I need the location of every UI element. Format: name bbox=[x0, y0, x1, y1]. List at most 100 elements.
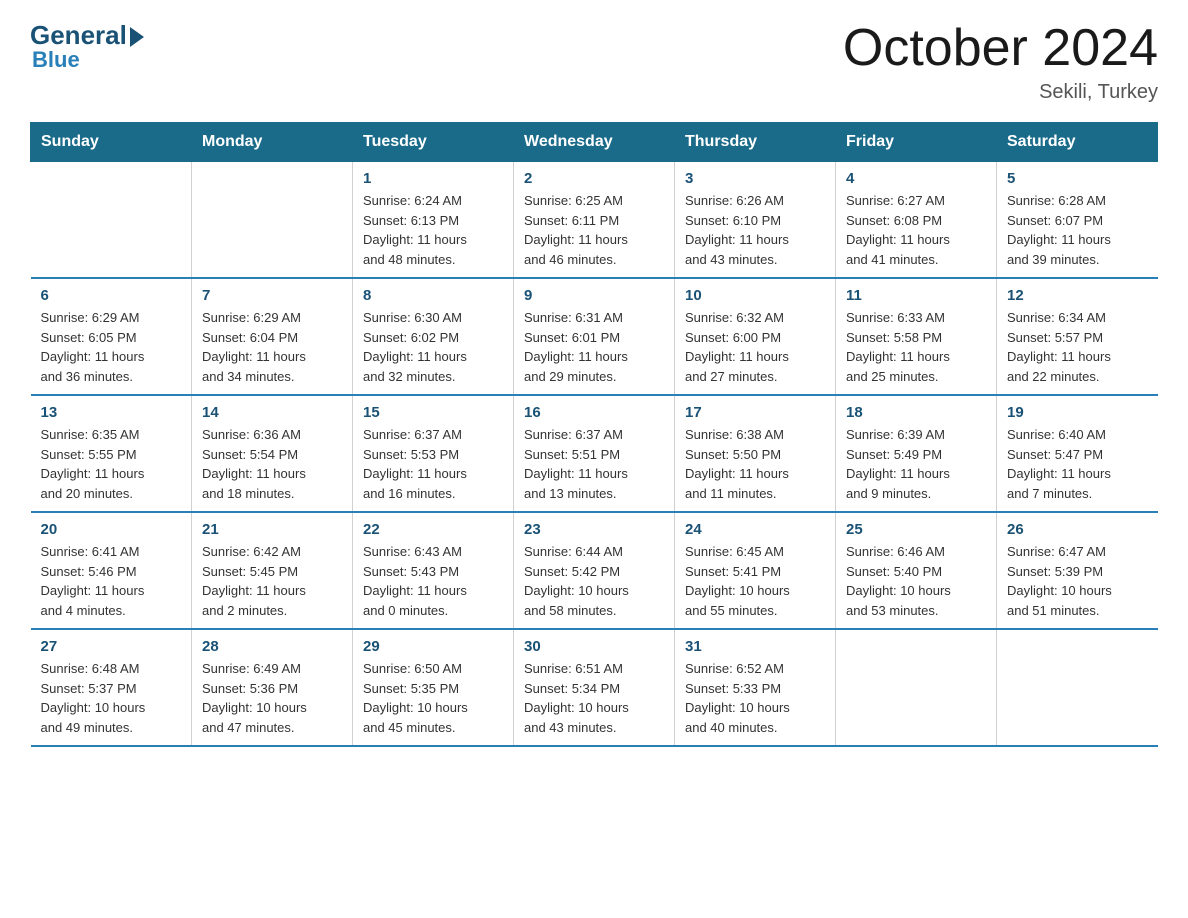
calendar-cell: 28 Sunrise: 6:49 AM Sunset: 5:36 PM Dayli… bbox=[192, 629, 353, 746]
day-number: 21 bbox=[202, 521, 342, 538]
calendar-cell: 15Sunrise: 6:37 AM Sunset: 5:53 PM Dayli… bbox=[353, 395, 514, 512]
day-number: 28 bbox=[202, 638, 342, 655]
day-info: Sunrise: 6:34 AM Sunset: 5:57 PM Dayligh… bbox=[1007, 308, 1148, 386]
day-info: Sunrise: 6:48 AM Sunset: 5:37 PM Dayligh… bbox=[41, 659, 182, 737]
calendar-week-row: 27 Sunrise: 6:48 AM Sunset: 5:37 PM Dayli… bbox=[31, 629, 1158, 746]
calendar-cell: 27 Sunrise: 6:48 AM Sunset: 5:37 PM Dayli… bbox=[31, 629, 192, 746]
weekday-header-cell: Friday bbox=[836, 123, 997, 162]
day-info: Sunrise: 6:29 AM Sunset: 6:05 PM Dayligh… bbox=[41, 308, 182, 386]
page-header: General Blue October 2024 Sekili, Turkey bbox=[30, 20, 1158, 104]
calendar-cell: 30 Sunrise: 6:51 AM Sunset: 5:34 PM Dayli… bbox=[514, 629, 675, 746]
day-number: 31 bbox=[685, 638, 825, 655]
day-info: Sunrise: 6:32 AM Sunset: 6:00 PM Dayligh… bbox=[685, 308, 825, 386]
day-info: Sunrise: 6:40 AM Sunset: 5:47 PM Dayligh… bbox=[1007, 425, 1148, 503]
calendar-cell: 29 Sunrise: 6:50 AM Sunset: 5:35 PM Dayli… bbox=[353, 629, 514, 746]
day-info: Sunrise: 6:27 AM Sunset: 6:08 PM Dayligh… bbox=[846, 191, 986, 269]
calendar-cell: 25Sunrise: 6:46 AM Sunset: 5:40 PM Dayli… bbox=[836, 512, 997, 629]
day-info: Sunrise: 6:36 AM Sunset: 5:54 PM Dayligh… bbox=[202, 425, 342, 503]
calendar-cell bbox=[997, 629, 1158, 746]
main-title: October 2024 bbox=[843, 20, 1158, 77]
weekday-header-row: SundayMondayTuesdayWednesdayThursdayFrid… bbox=[31, 123, 1158, 162]
weekday-header-cell: Saturday bbox=[997, 123, 1158, 162]
calendar-week-row: 20 Sunrise: 6:41 AM Sunset: 5:46 PM Dayli… bbox=[31, 512, 1158, 629]
calendar-cell: 4 Sunrise: 6:27 AM Sunset: 6:08 PM Daylig… bbox=[836, 162, 997, 279]
calendar-cell: 21 Sunrise: 6:42 AM Sunset: 5:45 PM Dayli… bbox=[192, 512, 353, 629]
day-info: Sunrise: 6:50 AM Sunset: 5:35 PM Dayligh… bbox=[363, 659, 503, 737]
day-info: Sunrise: 6:29 AM Sunset: 6:04 PM Dayligh… bbox=[202, 308, 342, 386]
day-info: Sunrise: 6:49 AM Sunset: 5:36 PM Dayligh… bbox=[202, 659, 342, 737]
day-info: Sunrise: 6:44 AM Sunset: 5:42 PM Dayligh… bbox=[524, 542, 664, 620]
calendar-cell: 13Sunrise: 6:35 AM Sunset: 5:55 PM Dayli… bbox=[31, 395, 192, 512]
day-number: 12 bbox=[1007, 287, 1148, 304]
day-number: 2 bbox=[524, 170, 664, 187]
day-number: 23 bbox=[524, 521, 664, 538]
day-number: 9 bbox=[524, 287, 664, 304]
calendar-cell: 31 Sunrise: 6:52 AM Sunset: 5:33 PM Dayli… bbox=[675, 629, 836, 746]
calendar-cell: 20 Sunrise: 6:41 AM Sunset: 5:46 PM Dayli… bbox=[31, 512, 192, 629]
day-number: 16 bbox=[524, 404, 664, 421]
subtitle: Sekili, Turkey bbox=[843, 81, 1158, 104]
day-number: 5 bbox=[1007, 170, 1148, 187]
day-number: 1 bbox=[363, 170, 503, 187]
day-number: 29 bbox=[363, 638, 503, 655]
calendar-cell bbox=[836, 629, 997, 746]
day-info: Sunrise: 6:25 AM Sunset: 6:11 PM Dayligh… bbox=[524, 191, 664, 269]
day-info: Sunrise: 6:38 AM Sunset: 5:50 PM Dayligh… bbox=[685, 425, 825, 503]
calendar-cell: 10 Sunrise: 6:32 AM Sunset: 6:00 PM Dayli… bbox=[675, 278, 836, 395]
calendar-cell: 2 Sunrise: 6:25 AM Sunset: 6:11 PM Daylig… bbox=[514, 162, 675, 279]
calendar-cell bbox=[192, 162, 353, 279]
day-number: 19 bbox=[1007, 404, 1148, 421]
calendar-cell: 12 Sunrise: 6:34 AM Sunset: 5:57 PM Dayli… bbox=[997, 278, 1158, 395]
calendar-header: SundayMondayTuesdayWednesdayThursdayFrid… bbox=[31, 123, 1158, 162]
calendar-cell: 11 Sunrise: 6:33 AM Sunset: 5:58 PM Dayli… bbox=[836, 278, 997, 395]
logo: General Blue bbox=[30, 20, 144, 73]
day-info: Sunrise: 6:51 AM Sunset: 5:34 PM Dayligh… bbox=[524, 659, 664, 737]
calendar-week-row: 6 Sunrise: 6:29 AM Sunset: 6:05 PM Daylig… bbox=[31, 278, 1158, 395]
calendar-cell: 17Sunrise: 6:38 AM Sunset: 5:50 PM Dayli… bbox=[675, 395, 836, 512]
day-info: Sunrise: 6:42 AM Sunset: 5:45 PM Dayligh… bbox=[202, 542, 342, 620]
day-number: 11 bbox=[846, 287, 986, 304]
calendar-cell: 18Sunrise: 6:39 AM Sunset: 5:49 PM Dayli… bbox=[836, 395, 997, 512]
weekday-header-cell: Wednesday bbox=[514, 123, 675, 162]
calendar-cell: 7 Sunrise: 6:29 AM Sunset: 6:04 PM Daylig… bbox=[192, 278, 353, 395]
day-number: 27 bbox=[41, 638, 182, 655]
day-info: Sunrise: 6:24 AM Sunset: 6:13 PM Dayligh… bbox=[363, 191, 503, 269]
day-number: 30 bbox=[524, 638, 664, 655]
day-info: Sunrise: 6:30 AM Sunset: 6:02 PM Dayligh… bbox=[363, 308, 503, 386]
calendar-cell: 16Sunrise: 6:37 AM Sunset: 5:51 PM Dayli… bbox=[514, 395, 675, 512]
calendar-cell: 24 Sunrise: 6:45 AM Sunset: 5:41 PM Dayli… bbox=[675, 512, 836, 629]
day-number: 24 bbox=[685, 521, 825, 538]
calendar-cell: 22Sunrise: 6:43 AM Sunset: 5:43 PM Dayli… bbox=[353, 512, 514, 629]
day-info: Sunrise: 6:26 AM Sunset: 6:10 PM Dayligh… bbox=[685, 191, 825, 269]
logo-blue-text: Blue bbox=[32, 47, 80, 73]
day-number: 3 bbox=[685, 170, 825, 187]
day-info: Sunrise: 6:52 AM Sunset: 5:33 PM Dayligh… bbox=[685, 659, 825, 737]
weekday-header-cell: Monday bbox=[192, 123, 353, 162]
day-number: 20 bbox=[41, 521, 182, 538]
day-info: Sunrise: 6:28 AM Sunset: 6:07 PM Dayligh… bbox=[1007, 191, 1148, 269]
calendar-cell: 6 Sunrise: 6:29 AM Sunset: 6:05 PM Daylig… bbox=[31, 278, 192, 395]
day-number: 6 bbox=[41, 287, 182, 304]
day-info: Sunrise: 6:33 AM Sunset: 5:58 PM Dayligh… bbox=[846, 308, 986, 386]
calendar-cell: 14 Sunrise: 6:36 AM Sunset: 5:54 PM Dayli… bbox=[192, 395, 353, 512]
calendar-cell: 5 Sunrise: 6:28 AM Sunset: 6:07 PM Daylig… bbox=[997, 162, 1158, 279]
day-info: Sunrise: 6:41 AM Sunset: 5:46 PM Dayligh… bbox=[41, 542, 182, 620]
calendar-week-row: 1 Sunrise: 6:24 AM Sunset: 6:13 PM Daylig… bbox=[31, 162, 1158, 279]
day-number: 18 bbox=[846, 404, 986, 421]
weekday-header-cell: Tuesday bbox=[353, 123, 514, 162]
day-number: 4 bbox=[846, 170, 986, 187]
calendar-cell: 9 Sunrise: 6:31 AM Sunset: 6:01 PM Daylig… bbox=[514, 278, 675, 395]
day-number: 10 bbox=[685, 287, 825, 304]
calendar-body: 1 Sunrise: 6:24 AM Sunset: 6:13 PM Daylig… bbox=[31, 162, 1158, 747]
day-info: Sunrise: 6:45 AM Sunset: 5:41 PM Dayligh… bbox=[685, 542, 825, 620]
calendar-table: SundayMondayTuesdayWednesdayThursdayFrid… bbox=[30, 122, 1158, 747]
day-info: Sunrise: 6:35 AM Sunset: 5:55 PM Dayligh… bbox=[41, 425, 182, 503]
day-number: 14 bbox=[202, 404, 342, 421]
day-number: 7 bbox=[202, 287, 342, 304]
calendar-cell: 26Sunrise: 6:47 AM Sunset: 5:39 PM Dayli… bbox=[997, 512, 1158, 629]
calendar-cell: 3 Sunrise: 6:26 AM Sunset: 6:10 PM Daylig… bbox=[675, 162, 836, 279]
day-info: Sunrise: 6:47 AM Sunset: 5:39 PM Dayligh… bbox=[1007, 542, 1148, 620]
day-info: Sunrise: 6:46 AM Sunset: 5:40 PM Dayligh… bbox=[846, 542, 986, 620]
day-info: Sunrise: 6:31 AM Sunset: 6:01 PM Dayligh… bbox=[524, 308, 664, 386]
day-number: 15 bbox=[363, 404, 503, 421]
